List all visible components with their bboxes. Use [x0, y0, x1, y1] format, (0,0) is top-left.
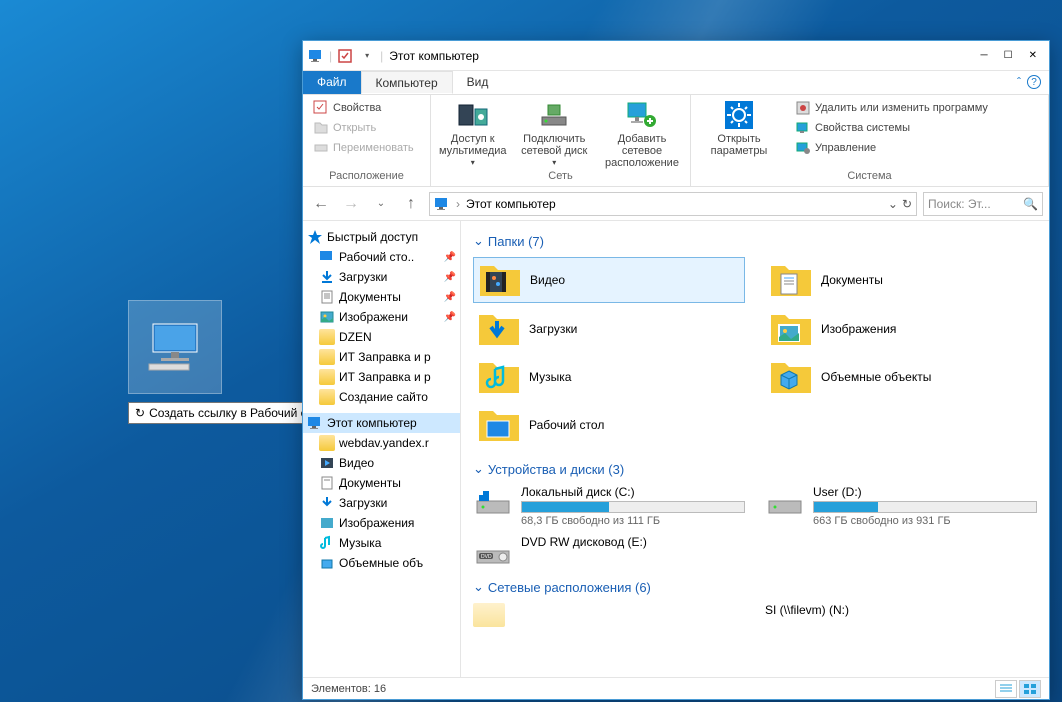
sidebar-item[interactable]: Видео [303, 453, 460, 473]
ribbon-open: Открыть [311, 119, 422, 137]
search-icon: 🔍 [1023, 197, 1038, 211]
drive-free: 68,3 ГБ свободно из 111 ГБ [521, 515, 745, 527]
folder-video[interactable]: Видео [473, 257, 745, 303]
back-button[interactable]: ← [309, 192, 333, 216]
sidebar-item[interactable]: Объемные объ [303, 553, 460, 573]
ribbon-add-netloc[interactable]: Добавить сетевое расположение [602, 99, 682, 169]
drive-name: User (D:) [813, 485, 1037, 499]
desktop-drag-icon[interactable] [128, 300, 222, 394]
sidebar-quick-access[interactable]: Быстрый доступ [303, 227, 460, 247]
address-location: Этот компьютер [466, 197, 556, 211]
content-pane[interactable]: ⌄ Папки (7) Видео Документы Загрузки [461, 221, 1049, 677]
view-icons-button[interactable] [1019, 680, 1041, 698]
maximize-button[interactable]: ☐ [1004, 50, 1013, 61]
recent-dropdown[interactable]: ⌄ [369, 192, 393, 216]
sidebar-item[interactable]: Рабочий сто..📌 [303, 247, 460, 267]
sidebar-item[interactable]: webdav.yandex.r [303, 433, 460, 453]
drive-d[interactable]: User (D:) 663 ГБ свободно из 931 ГБ [765, 485, 1037, 527]
qat-separator: | [329, 49, 332, 63]
search-placeholder: Поиск: Эт... [928, 197, 991, 211]
ribbon-uninstall[interactable]: Удалить или изменить программу [793, 99, 1040, 117]
drive-c[interactable]: Локальный диск (C:) 68,3 ГБ свободно из … [473, 485, 745, 527]
sidebar-item[interactable]: Документы [303, 473, 460, 493]
item-count: Элементов: 16 [311, 683, 386, 695]
ribbon-rename: Переименовать [311, 139, 422, 157]
qat-separator: | [380, 49, 383, 63]
sidebar-item[interactable]: Загрузки [303, 493, 460, 513]
netloc-item[interactable]: SI (\\filevm) (N:) [765, 603, 1037, 627]
minimize-button[interactable]: ─ [981, 50, 988, 61]
tab-computer[interactable]: Компьютер [361, 71, 453, 94]
link-icon: ↻ [135, 406, 145, 420]
explorer-window: | ▾ | Этот компьютер ─ ☐ ✕ Файл Компьюте… [302, 40, 1050, 700]
ribbon-media-access[interactable]: Доступ к мультимедиа▾ [439, 99, 507, 168]
refresh-icon[interactable]: ↻ [902, 197, 912, 211]
drive-name: Локальный диск (C:) [521, 485, 745, 499]
close-button[interactable]: ✕ [1029, 50, 1037, 61]
address-dropdown-icon[interactable]: ⌄ [888, 197, 898, 211]
window-title: Этот компьютер [389, 49, 479, 63]
group-label-system: Система [699, 170, 1040, 182]
svg-text:DVD: DVD [481, 554, 492, 560]
properties-icon[interactable] [336, 47, 354, 65]
folder-pictures[interactable]: Изображения [765, 307, 1037, 351]
chevron-down-icon: ⌄ [473, 233, 484, 249]
addressbar: ← → ⌄ ↑ › Этот компьютер ⌄ ↻ Поиск: Эт..… [303, 187, 1049, 221]
chevron-down-icon: ⌄ [473, 579, 484, 595]
app-icon [307, 47, 325, 65]
drive-e[interactable]: DVD DVD RW дисковод (E:) [473, 535, 745, 567]
sidebar-item[interactable]: ИТ Заправка и р [303, 347, 460, 367]
tab-file[interactable]: Файл [303, 71, 361, 94]
ribbon: Свойства Открыть Переименовать Расположе… [303, 95, 1049, 187]
address-field[interactable]: › Этот компьютер ⌄ ↻ [429, 192, 917, 216]
ribbon-open-settings[interactable]: Открыть параметры [699, 99, 779, 157]
netloc-item[interactable] [473, 603, 745, 627]
ribbon-sysprops[interactable]: Свойства системы [793, 119, 1040, 137]
navigation-pane[interactable]: Быстрый доступ Рабочий сто..📌 Загрузки📌 … [303, 221, 461, 677]
statusbar: Элементов: 16 [303, 677, 1049, 699]
sidebar-item[interactable]: Загрузки📌 [303, 267, 460, 287]
help-icon[interactable]: ? [1027, 75, 1041, 89]
drive-free: 663 ГБ свободно из 931 ГБ [813, 515, 1037, 527]
section-drives[interactable]: ⌄ Устройства и диски (3) [473, 461, 1037, 477]
sidebar-item[interactable]: Изображения [303, 513, 460, 533]
sidebar-item[interactable]: Изображени📌 [303, 307, 460, 327]
folder-3d[interactable]: Объемные объекты [765, 355, 1037, 399]
sidebar-item[interactable]: DZEN [303, 327, 460, 347]
titlebar[interactable]: | ▾ | Этот компьютер ─ ☐ ✕ [303, 41, 1049, 71]
view-details-button[interactable] [995, 680, 1017, 698]
group-label-network: Сеть [439, 170, 682, 182]
section-network[interactable]: ⌄ Сетевые расположения (6) [473, 579, 1037, 595]
sidebar-item[interactable]: Создание сайто [303, 387, 460, 407]
ribbon-tabs: Файл Компьютер Вид ˆ ? [303, 71, 1049, 95]
sidebar-item[interactable]: ИТ Заправка и р [303, 367, 460, 387]
folder-desktop[interactable]: Рабочий стол [473, 403, 745, 447]
sidebar-item[interactable]: Документы📌 [303, 287, 460, 307]
ribbon-toggle-icon[interactable]: ˆ [1017, 75, 1021, 90]
folder-documents[interactable]: Документы [765, 257, 1037, 303]
ribbon-manage[interactable]: Управление [793, 139, 1040, 157]
group-label-location: Расположение [311, 170, 422, 182]
up-button[interactable]: ↑ [399, 192, 423, 216]
search-field[interactable]: Поиск: Эт... 🔍 [923, 192, 1043, 216]
computer-icon [145, 322, 205, 372]
drive-name: DVD RW дисковод (E:) [521, 535, 745, 549]
forward-button[interactable]: → [339, 192, 363, 216]
ribbon-properties[interactable]: Свойства [311, 99, 422, 117]
folder-downloads[interactable]: Загрузки [473, 307, 745, 351]
sidebar-this-pc[interactable]: Этот компьютер [303, 413, 460, 433]
chevron-down-icon: ⌄ [473, 461, 484, 477]
folder-music[interactable]: Музыка [473, 355, 745, 399]
sidebar-item[interactable]: Музыка [303, 533, 460, 553]
netloc-name: SI (\\filevm) (N:) [765, 603, 1037, 617]
section-folders[interactable]: ⌄ Папки (7) [473, 233, 1037, 249]
qat-dropdown-icon[interactable]: ▾ [358, 47, 376, 65]
computer-icon [434, 196, 450, 212]
ribbon-map-drive[interactable]: Подключить сетевой диск▾ [517, 99, 592, 168]
tab-view[interactable]: Вид [453, 71, 503, 94]
